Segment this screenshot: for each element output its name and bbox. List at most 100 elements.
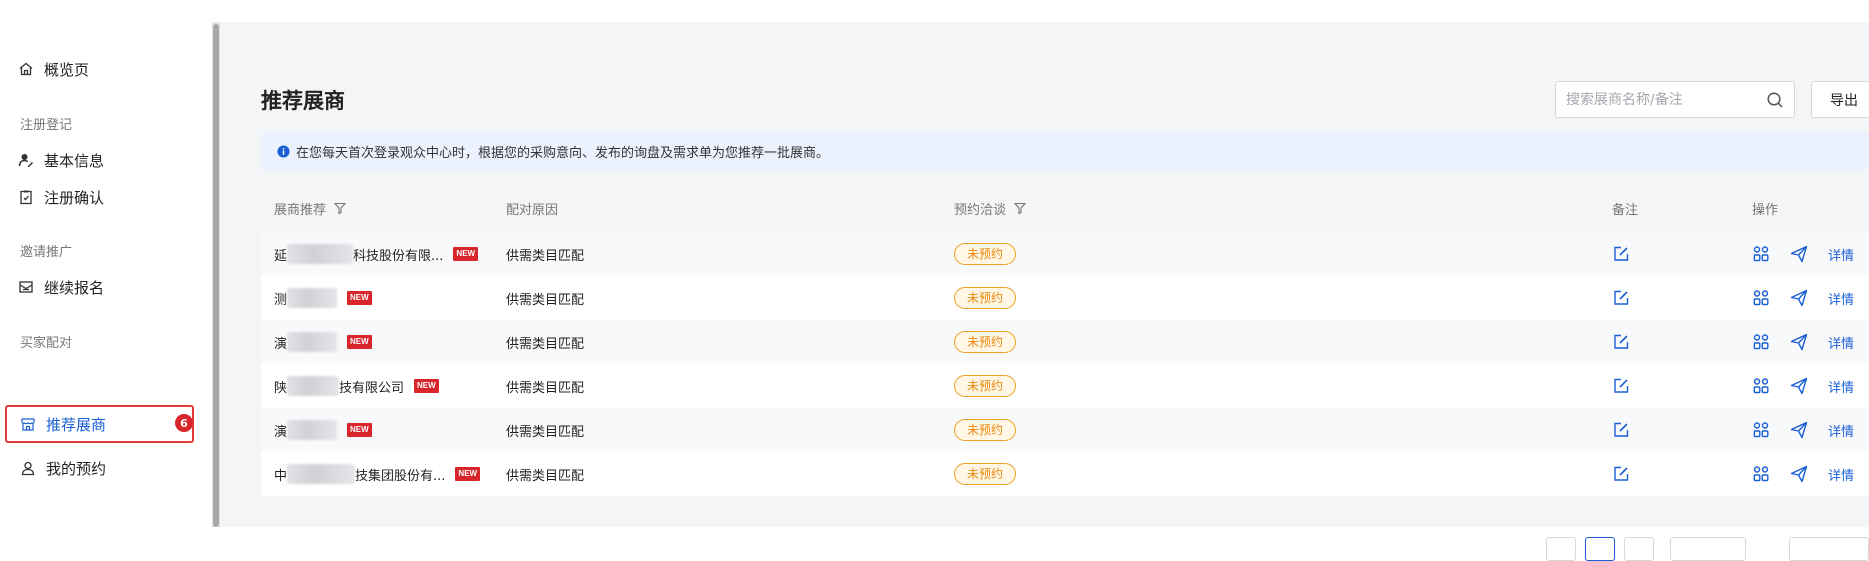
search-box[interactable] (1555, 81, 1795, 118)
exhibitor-cell[interactable]: 演 NEW (274, 408, 372, 452)
sidebar-item-label: 推荐展商 (46, 415, 107, 434)
search-icon[interactable] (1766, 91, 1784, 109)
table-row: 演 NEW 供需类目匹配 未预约 详情 (261, 408, 1869, 452)
count-badge: 6 (175, 414, 193, 432)
scrollbar-thumb[interactable] (213, 24, 219, 527)
match-icon[interactable] (1752, 245, 1770, 263)
sidebar-item-label: 概览页 (44, 60, 90, 79)
sidebar-group-register: 注册登记 (20, 118, 73, 133)
page-size-select[interactable] (1670, 537, 1746, 561)
sidebar-item-overview[interactable]: 概览页 (18, 54, 89, 84)
page-jump-input[interactable] (1789, 537, 1869, 561)
header-label: 展商推荐 (274, 202, 327, 218)
filter-icon[interactable] (1014, 202, 1027, 214)
detail-link[interactable]: 详情 (1828, 289, 1854, 308)
user-edit-icon (18, 154, 33, 167)
notice-text: 在您每天首次登录观众中心时，根据您的采购意向、发布的询盘及需求单为您推荐一批展商… (296, 145, 830, 161)
exhibitor-cell[interactable]: 中 技集团股份有... NEW (274, 452, 481, 496)
detail-link[interactable]: 详情 (1828, 421, 1854, 440)
table-row: 演 NEW 供需类目匹配 未预约 详情 (261, 320, 1869, 364)
header-label: 预约洽谈 (954, 202, 1007, 218)
exhibitor-cell[interactable]: 演 NEW (274, 320, 372, 364)
main-content: 推荐展商 导出 在您每天首次登录观众中心时，根据您的采购意向、发布的询盘及需求单… (220, 22, 1869, 561)
exhibitor-name-prefix: 演 (274, 424, 288, 440)
exhibitor-cell[interactable]: 陕 技有限公司 NEW (274, 364, 439, 408)
actions-cell: 详情 (1752, 452, 1854, 496)
search-input[interactable] (1566, 90, 1756, 110)
detail-link[interactable]: 详情 (1828, 245, 1854, 264)
storefront-icon (21, 418, 35, 431)
exhibitor-name-prefix: 中 (274, 468, 288, 484)
info-notice: 在您每天首次登录观众中心时，根据您的采购意向、发布的询盘及需求单为您推荐一批展商… (261, 132, 1869, 170)
status-badge: 未预约 (954, 243, 1017, 265)
note-cell (1612, 364, 1630, 408)
filter-icon[interactable] (334, 202, 347, 214)
send-icon[interactable] (1790, 421, 1808, 439)
header-cell-note: 备注 (1612, 202, 1639, 218)
header-cell-reason: 配对原因 (506, 202, 559, 218)
match-icon[interactable] (1752, 465, 1770, 483)
table-body: 延 科技股份有限... NEW 供需类目匹配 未预约 详情 测 NEW 供需类目… (261, 232, 1869, 496)
exhibitor-name-prefix: 演 (274, 336, 288, 352)
home-icon (19, 62, 33, 76)
match-icon[interactable] (1752, 377, 1770, 395)
detail-link[interactable]: 详情 (1828, 333, 1854, 352)
sidebar-item-label: 基本信息 (44, 151, 105, 170)
match-icon[interactable] (1752, 289, 1770, 307)
pager-prev-button[interactable] (1546, 537, 1576, 561)
send-icon[interactable] (1790, 289, 1808, 307)
table-row: 陕 技有限公司 NEW 供需类目匹配 未预约 详情 (261, 364, 1869, 408)
reason-cell: 供需类目匹配 (506, 468, 585, 484)
sidebar-item-basic-info[interactable]: 基本信息 (18, 145, 104, 175)
app-root: 概览页 注册登记 基本信息 注册确认 邀请推广 继续报名 买家配对 推荐展商 6… (0, 0, 1869, 561)
status-cell: 未预约 (954, 320, 1017, 364)
pager-page-button[interactable] (1585, 537, 1615, 561)
user-icon (21, 461, 35, 476)
detail-link[interactable]: 详情 (1828, 465, 1854, 484)
sidebar-item-recommended-exhibitors[interactable]: 推荐展商 (20, 409, 106, 439)
edit-note-icon[interactable] (1612, 333, 1630, 351)
actions-cell: 详情 (1752, 320, 1854, 364)
send-icon[interactable] (1790, 245, 1808, 263)
note-cell (1612, 320, 1630, 364)
exhibitor-cell[interactable]: 测 NEW (274, 276, 372, 320)
detail-link[interactable]: 详情 (1828, 377, 1854, 396)
redacted-text (287, 420, 338, 440)
sidebar-item-label: 我的预约 (46, 459, 107, 478)
note-cell (1612, 452, 1630, 496)
match-icon[interactable] (1752, 421, 1770, 439)
note-cell (1612, 232, 1630, 276)
status-badge: 未预约 (954, 375, 1017, 397)
actions-cell: 详情 (1752, 232, 1854, 276)
mail-icon (19, 281, 33, 293)
sidebar-scrollbar[interactable] (212, 22, 220, 527)
status-cell: 未预约 (954, 408, 1017, 452)
new-tag: NEW (347, 335, 372, 349)
clipboard-icon (20, 190, 32, 205)
status-badge: 未预约 (954, 419, 1017, 441)
edit-note-icon[interactable] (1612, 289, 1630, 307)
exhibitor-name-prefix: 测 (274, 292, 288, 308)
sidebar-group-match: 买家配对 (20, 336, 73, 351)
edit-note-icon[interactable] (1612, 245, 1630, 263)
exhibitor-name-prefix: 延 (274, 248, 288, 264)
send-icon[interactable] (1790, 333, 1808, 351)
sidebar-group-invite: 邀请推广 (20, 245, 73, 260)
edit-note-icon[interactable] (1612, 377, 1630, 395)
status-badge: 未预约 (954, 463, 1017, 485)
send-icon[interactable] (1790, 465, 1808, 483)
match-icon[interactable] (1752, 333, 1770, 351)
exhibitor-table: 展商推荐 配对原因 预约洽谈 备注 操作 延 科技股份有限... NEW 供需类… (261, 184, 1869, 496)
sidebar-item-my-appointments[interactable]: 我的预约 (20, 453, 106, 483)
header-cell-actions: 操作 (1752, 202, 1779, 218)
send-icon[interactable] (1790, 377, 1808, 395)
pager-next-button[interactable] (1624, 537, 1654, 561)
export-button[interactable]: 导出 (1811, 81, 1869, 118)
sidebar-item-continue-signup[interactable]: 继续报名 (18, 272, 104, 302)
sidebar-item-register-confirm[interactable]: 注册确认 (18, 182, 104, 212)
status-cell: 未预约 (954, 232, 1017, 276)
exhibitor-cell[interactable]: 延 科技股份有限... NEW (274, 232, 479, 276)
header-cell-exhibitor: 展商推荐 (274, 184, 347, 232)
edit-note-icon[interactable] (1612, 421, 1630, 439)
edit-note-icon[interactable] (1612, 465, 1630, 483)
